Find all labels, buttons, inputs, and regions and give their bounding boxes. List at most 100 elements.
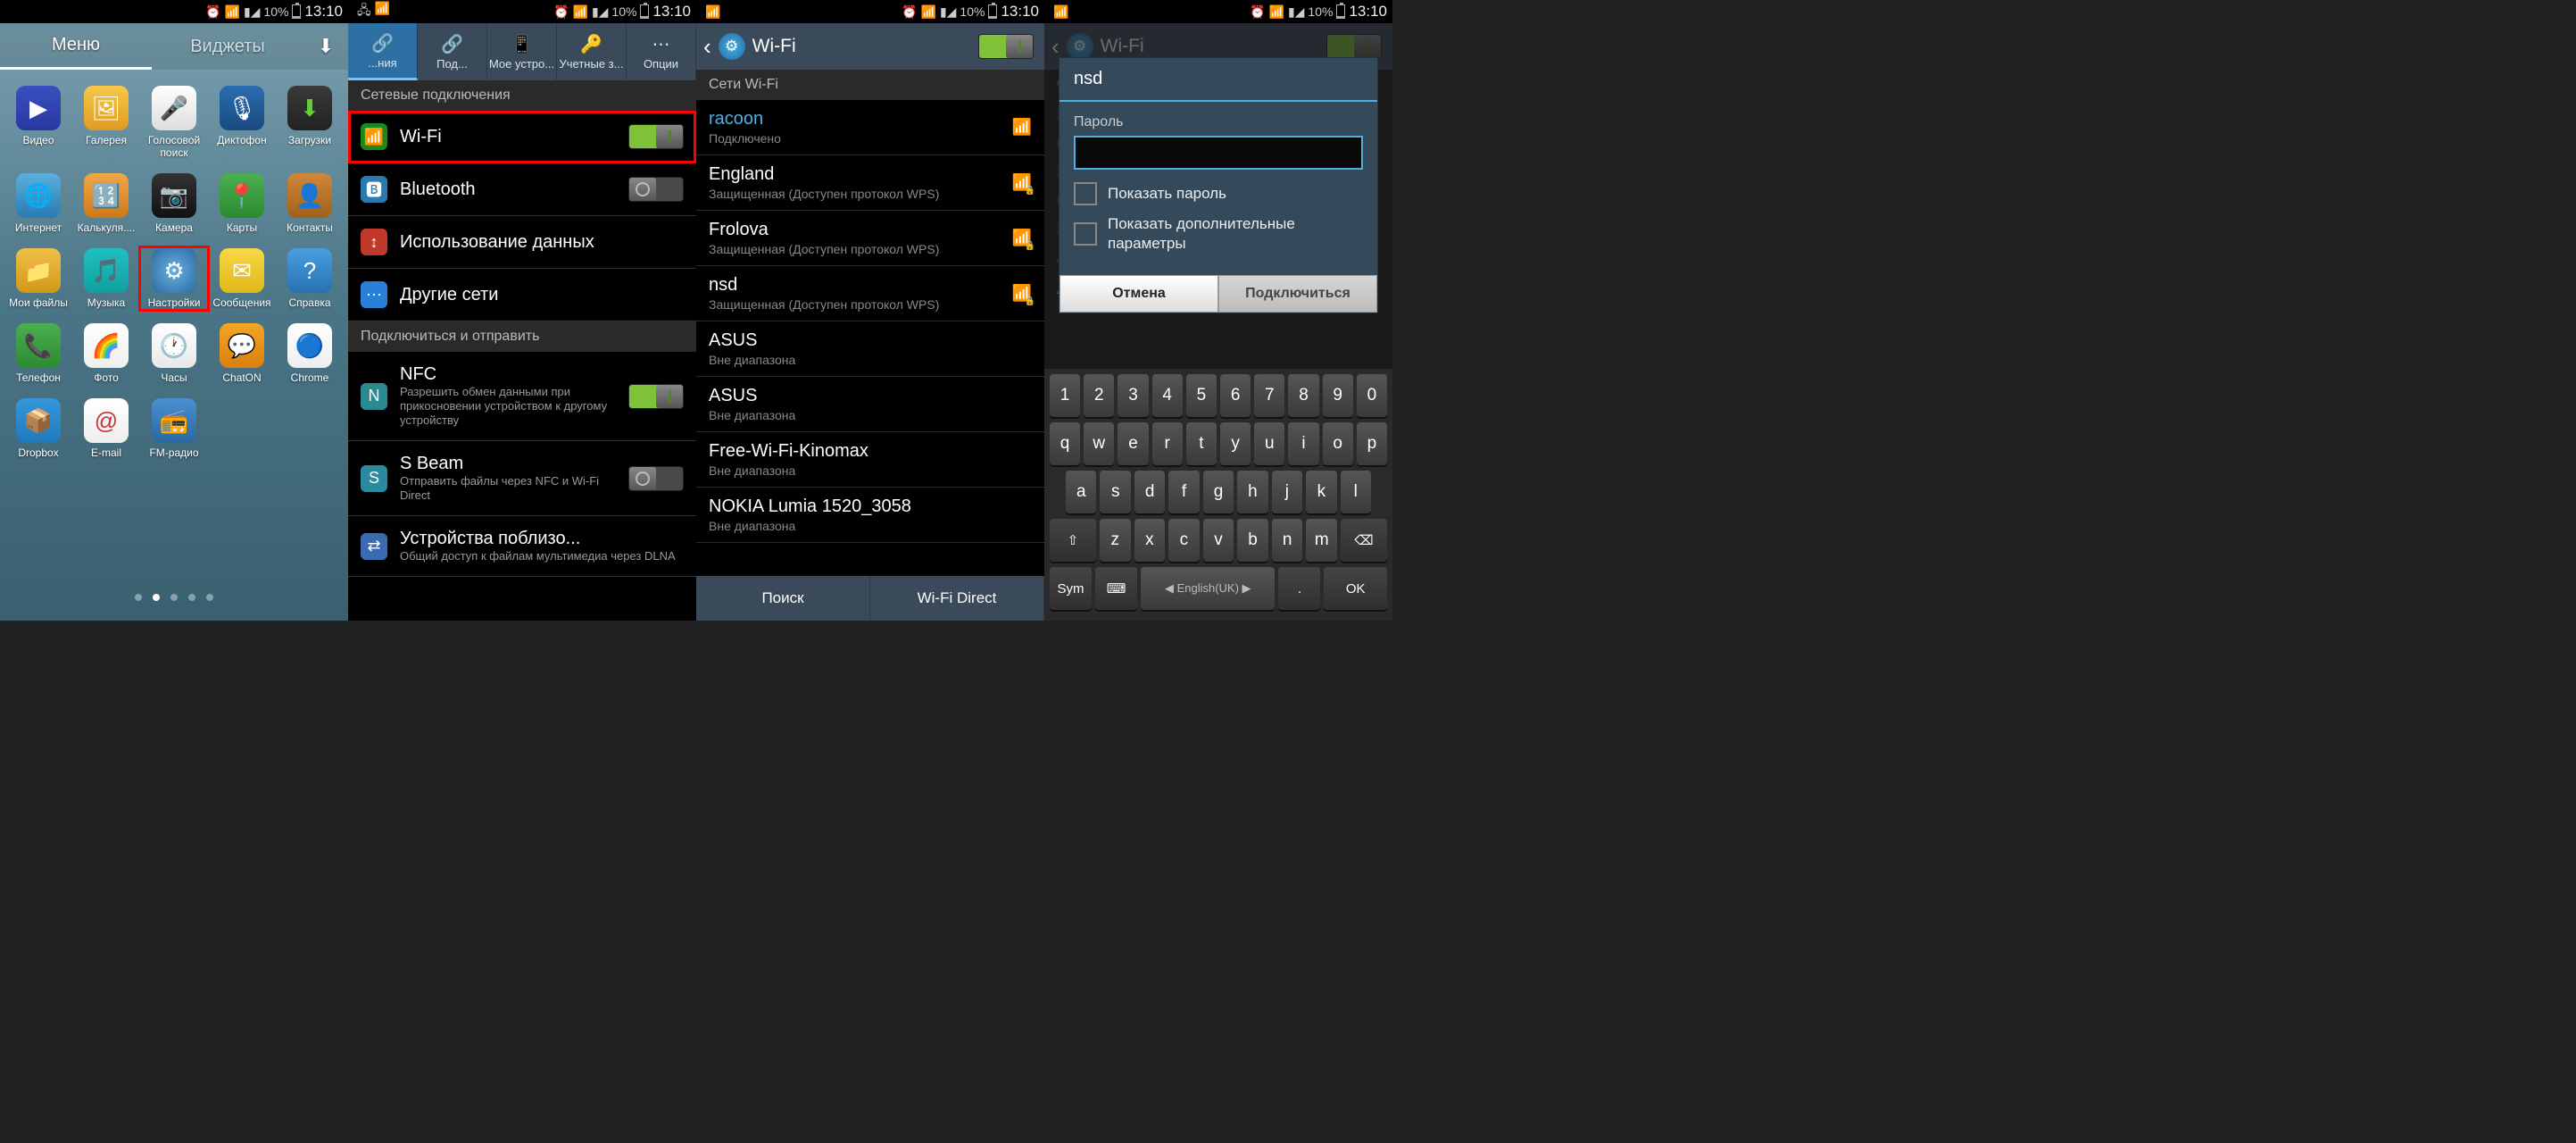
key-space[interactable]: ◀ English(UK) ▶	[1141, 567, 1275, 610]
key-2[interactable]: 2	[1084, 374, 1114, 417]
key-i[interactable]: i	[1288, 422, 1318, 465]
key-8[interactable]: 8	[1288, 374, 1318, 417]
download-button[interactable]: ⬇	[303, 23, 348, 70]
key-g[interactable]: g	[1203, 471, 1234, 513]
key-h[interactable]: h	[1237, 471, 1267, 513]
key-m[interactable]: m	[1306, 519, 1337, 562]
toggle[interactable]	[628, 177, 684, 202]
key-4[interactable]: 4	[1152, 374, 1183, 417]
key-f[interactable]: f	[1168, 471, 1199, 513]
settings-tab-0[interactable]: 🔗...ния	[348, 23, 418, 80]
settings-tab-1[interactable]: 🔗Под...	[418, 23, 487, 80]
settings-row-bluetooth[interactable]: 🅱Bluetooth	[348, 163, 696, 216]
app-контакты[interactable]: 👤Контакты	[277, 173, 343, 234]
settings-row-устройства-поблизо-[interactable]: ⇄Устройства поблизо...Общий доступ к фай…	[348, 516, 696, 577]
app-голосовой-поиск[interactable]: 🎤Голосовой поиск	[141, 86, 207, 159]
settings-tab-4[interactable]: ⋯Опции	[627, 23, 696, 80]
key-y[interactable]: y	[1220, 422, 1251, 465]
settings-row-nfc[interactable]: NNFCРазрешить обмен данными при прикосно…	[348, 352, 696, 441]
wifi-network-free-wi-fi-kinomax[interactable]: Free-Wi-Fi-KinomaxВне диапазона	[696, 432, 1044, 488]
key-7[interactable]: 7	[1254, 374, 1284, 417]
wifi-network-nokia-lumia-1520-3058[interactable]: NOKIA Lumia 1520_3058Вне диапазона	[696, 488, 1044, 543]
wifi-network-frolova[interactable]: FrolovaЗащищенная (Доступен протокол WPS…	[696, 211, 1044, 266]
app-настройки[interactable]: ⚙Настройки	[139, 246, 209, 311]
wifi-network-asus[interactable]: ASUSВне диапазона	[696, 377, 1044, 432]
cancel-button[interactable]: Отмена	[1059, 275, 1218, 313]
app-телефон[interactable]: 📞Телефон	[5, 323, 71, 384]
key-o[interactable]: o	[1323, 422, 1353, 465]
key-settings-icon[interactable]: ⌨	[1095, 567, 1137, 610]
key-sym[interactable]: Sym	[1050, 567, 1092, 610]
show-advanced-checkbox[interactable]	[1074, 222, 1097, 246]
key-5[interactable]: 5	[1186, 374, 1217, 417]
key-e[interactable]: e	[1118, 422, 1148, 465]
settings-row-s-beam[interactable]: SS BeamОтправить файлы через NFC и Wi-Fi…	[348, 441, 696, 516]
wifi-network-england[interactable]: EnglandЗащищенная (Доступен протокол WPS…	[696, 155, 1044, 211]
password-input[interactable]	[1074, 136, 1363, 170]
app-камера[interactable]: 📷Камера	[141, 173, 207, 234]
key-⌫[interactable]: ⌫	[1341, 519, 1387, 562]
scan-button[interactable]: Поиск	[696, 576, 870, 621]
connect-button[interactable]: Подключиться	[1218, 275, 1377, 313]
key-w[interactable]: w	[1084, 422, 1114, 465]
key-3[interactable]: 3	[1118, 374, 1148, 417]
key-ok[interactable]: OK	[1324, 567, 1387, 610]
settings-row-другие-сети[interactable]: ⋯Другие сети	[348, 269, 696, 321]
wifi-network-racoon[interactable]: racoonПодключено📶	[696, 100, 1044, 155]
key-z[interactable]: z	[1100, 519, 1131, 562]
app-dropbox[interactable]: 📦Dropbox	[5, 398, 71, 459]
wifi-network-asus[interactable]: ASUSВне диапазона	[696, 321, 1044, 377]
settings-tab-2[interactable]: 📱Мое устро...	[487, 23, 557, 80]
app-галерея[interactable]: 🖼Галерея	[73, 86, 139, 159]
app-калькуля-[interactable]: 🔢Калькуля....	[73, 173, 139, 234]
key-⇧[interactable]: ⇧	[1050, 519, 1096, 562]
back-button[interactable]: ‹	[703, 33, 711, 61]
app-видео[interactable]: ▶Видео	[5, 86, 71, 159]
key-u[interactable]: u	[1254, 422, 1284, 465]
key-9[interactable]: 9	[1323, 374, 1353, 417]
key-6[interactable]: 6	[1220, 374, 1251, 417]
key-x[interactable]: x	[1134, 519, 1166, 562]
tab-menu[interactable]: Меню	[0, 23, 152, 70]
app-интернет[interactable]: 🌐Интернет	[5, 173, 71, 234]
key-v[interactable]: v	[1203, 519, 1234, 562]
key-n[interactable]: n	[1272, 519, 1303, 562]
app-часы[interactable]: 🕐Часы	[141, 323, 207, 384]
app-справка[interactable]: ?Справка	[277, 248, 343, 309]
app-загрузки[interactable]: ⬇Загрузки	[277, 86, 343, 159]
key-k[interactable]: k	[1306, 471, 1336, 513]
key-b[interactable]: b	[1237, 519, 1268, 562]
settings-row-wi-fi[interactable]: 📶Wi-Fi	[348, 111, 696, 163]
app-музыка[interactable]: 🎵Музыка	[73, 248, 139, 309]
app-фото[interactable]: 🌈Фото	[73, 323, 139, 384]
key-s[interactable]: s	[1100, 471, 1130, 513]
app-сообщения[interactable]: ✉Сообщения	[209, 248, 275, 309]
settings-tab-3[interactable]: 🔑Учетные з...	[557, 23, 627, 80]
app-chrome[interactable]: 🔵Chrome	[277, 323, 343, 384]
key-l[interactable]: l	[1341, 471, 1371, 513]
show-password-checkbox[interactable]	[1074, 182, 1097, 205]
settings-row-использование-данных[interactable]: ↕Использование данных	[348, 216, 696, 269]
wifi-network-nsd[interactable]: nsdЗащищенная (Доступен протокол WPS)📶🔒	[696, 266, 1044, 321]
key-q[interactable]: q	[1050, 422, 1080, 465]
tab-widgets[interactable]: Виджеты	[152, 23, 303, 70]
toggle[interactable]	[628, 466, 684, 491]
wifi-master-toggle[interactable]	[978, 34, 1034, 59]
app-карты[interactable]: 📍Карты	[209, 173, 275, 234]
key-1[interactable]: 1	[1050, 374, 1080, 417]
app-fm-радио[interactable]: 📻FM-радио	[141, 398, 207, 459]
key-a[interactable]: a	[1066, 471, 1096, 513]
toggle[interactable]	[628, 384, 684, 409]
app-chaton[interactable]: 💬ChatON	[209, 323, 275, 384]
wifi-direct-button[interactable]: Wi-Fi Direct	[870, 576, 1044, 621]
key-dot[interactable]: .	[1278, 567, 1320, 610]
key-p[interactable]: p	[1357, 422, 1387, 465]
key-d[interactable]: d	[1134, 471, 1165, 513]
key-0[interactable]: 0	[1357, 374, 1387, 417]
app-e-mail[interactable]: @E-mail	[73, 398, 139, 459]
key-t[interactable]: t	[1186, 422, 1217, 465]
key-c[interactable]: c	[1168, 519, 1200, 562]
app-мои-файлы[interactable]: 📁Мои файлы	[5, 248, 71, 309]
app-диктофон[interactable]: 🎙Диктофон	[209, 86, 275, 159]
key-j[interactable]: j	[1272, 471, 1302, 513]
